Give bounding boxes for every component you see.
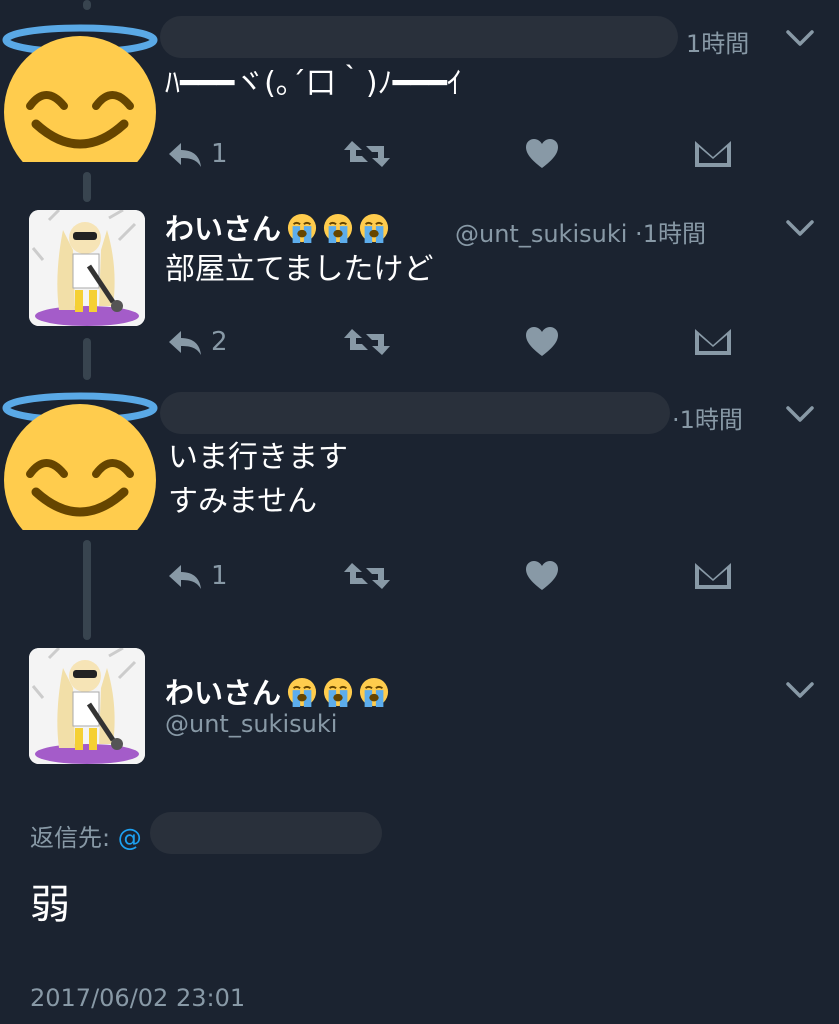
like-button[interactable] [525, 322, 559, 362]
dm-button[interactable] [693, 134, 733, 174]
retweet-button[interactable] [342, 556, 392, 596]
display-name[interactable]: わいさん [165, 670, 389, 712]
reply-to-label: 返信先: [30, 824, 111, 852]
tweet-timestamp[interactable]: 2017/06/02 23:01 [30, 984, 245, 1012]
dm-icon [693, 561, 733, 591]
like-icon [525, 327, 559, 357]
reply-button[interactable]: 1 [165, 134, 228, 174]
loudly-crying-face-icon [359, 677, 389, 707]
chevron-down-icon[interactable] [785, 404, 815, 424]
display-name[interactable]: わいさん [165, 206, 389, 248]
chevron-down-icon[interactable] [785, 28, 815, 48]
loudly-crying-face-icon [359, 213, 389, 243]
loudly-crying-face-icon [323, 213, 353, 243]
tweet-time[interactable]: 1時間 [680, 406, 743, 434]
tweet-text: 部屋立てましたけど [165, 252, 434, 287]
handle[interactable]: @unt_sukisuki [165, 710, 337, 738]
like-button[interactable] [525, 556, 559, 596]
user-avatar[interactable] [29, 648, 145, 764]
handle[interactable]: @unt_sukisuki [455, 220, 627, 248]
tweet-meta: @unt_sukisuki ·1時間 [455, 214, 706, 249]
like-icon [525, 561, 559, 591]
retweet-icon [342, 327, 392, 357]
tweet-meta: ·1時間 [672, 400, 743, 435]
dm-button[interactable] [693, 322, 733, 362]
chevron-down-icon[interactable] [785, 680, 815, 700]
tweet-actions: 1 [165, 556, 745, 596]
tweet[interactable]: 1時間 ﾊ━━━ヾ(｡´口｀)ﾉ━━━ｲ 1 [0, 0, 839, 190]
reply-button[interactable]: 1 [165, 556, 228, 596]
tweet[interactable]: わいさん @unt_sukisuki ·1時間 部屋立てましたけど 2 [0, 190, 839, 370]
redacted-reply-target [150, 812, 382, 854]
reply-count: 1 [211, 561, 228, 591]
display-name-text: わいさん [165, 676, 282, 710]
like-icon [525, 139, 559, 169]
tweet-actions: 1 [165, 134, 745, 174]
redacted-author [160, 16, 678, 58]
retweet-icon [342, 139, 392, 169]
tweet-actions: 2 [165, 322, 745, 362]
user-avatar[interactable] [29, 210, 145, 326]
reply-icon [165, 139, 205, 169]
redacted-author [160, 392, 670, 434]
reply-count: 1 [211, 139, 228, 169]
dm-icon [693, 139, 733, 169]
reply-count: 2 [211, 327, 228, 357]
chevron-down-icon[interactable] [785, 218, 815, 238]
retweet-button[interactable] [342, 134, 392, 174]
loudly-crying-face-icon [287, 213, 317, 243]
halo-smile-emoji-avatar[interactable] [0, 12, 162, 162]
dm-icon [693, 327, 733, 357]
like-button[interactable] [525, 134, 559, 174]
reply-button[interactable]: 2 [165, 322, 228, 362]
halo-smile-emoji-avatar[interactable] [0, 380, 162, 530]
reply-icon [165, 561, 205, 591]
reply-to-mention[interactable]: @ [118, 824, 142, 852]
tweet-time[interactable]: 1時間 [686, 24, 749, 59]
loudly-crying-face-icon [323, 677, 353, 707]
retweet-icon [342, 561, 392, 591]
display-name-text: わいさん [165, 212, 282, 246]
loudly-crying-face-icon [287, 677, 317, 707]
reply-to-line: 返信先: @ [30, 818, 142, 853]
time-separator: · [635, 220, 643, 248]
tweet-text: ﾊ━━━ヾ(｡´口｀)ﾉ━━━ｲ [165, 66, 462, 101]
reply-icon [165, 327, 205, 357]
tweet-time[interactable]: 1時間 [643, 220, 706, 248]
tweet-text: いま行きます すみません [168, 440, 348, 519]
dm-button[interactable] [693, 556, 733, 596]
tweet-text: 弱 [30, 882, 70, 928]
retweet-button[interactable] [342, 322, 392, 362]
tweet[interactable]: ·1時間 いま行きます すみません 1 [0, 370, 839, 630]
time-separator: · [672, 406, 680, 434]
